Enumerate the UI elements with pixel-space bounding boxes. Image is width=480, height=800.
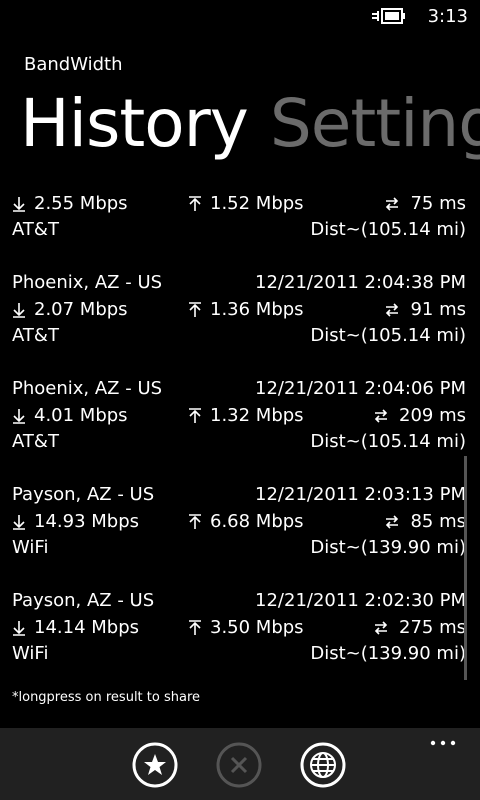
result-download: 14.93 Mbps xyxy=(12,511,139,532)
battery-charging-icon xyxy=(372,8,405,24)
ping-value: 91 ms xyxy=(410,299,466,320)
download-speed: 2.55 Mbps xyxy=(34,193,128,214)
result-timestamp: 12/21/2011 2:02:30 PM xyxy=(255,590,466,611)
result-location: Payson, AZ - US xyxy=(12,484,155,505)
result-carrier: AT&T xyxy=(12,219,59,240)
more-dots-icon[interactable] xyxy=(430,740,456,746)
upload-arrow-icon xyxy=(189,301,201,317)
download-arrow-icon xyxy=(13,196,25,212)
app-title: BandWidth xyxy=(24,54,123,75)
result-timestamp: 12/21/2011 2:04:38 PM xyxy=(255,272,466,293)
result-ping: 275 ms xyxy=(373,617,466,638)
ping-value: 209 ms xyxy=(399,405,466,426)
download-speed: 4.01 Mbps xyxy=(34,405,128,426)
pivot-tab-settings[interactable]: Setting xyxy=(270,85,480,162)
ping-arrows-icon xyxy=(374,408,388,423)
upload-speed: 1.32 Mbps xyxy=(210,405,304,426)
ping-value: 75 ms xyxy=(410,193,466,214)
result-download: 2.55 Mbps xyxy=(12,193,128,214)
result-carrier: WiFi xyxy=(12,643,49,664)
result-location: Phoenix, AZ - US xyxy=(12,272,163,293)
result-ping: 209 ms xyxy=(373,405,466,426)
result-download: 2.07 Mbps xyxy=(12,299,128,320)
download-arrow-icon xyxy=(13,408,25,424)
globe-icon[interactable] xyxy=(300,742,346,788)
close-icon[interactable] xyxy=(216,742,262,788)
download-arrow-icon xyxy=(13,302,25,318)
upload-arrow-icon xyxy=(189,513,201,529)
result-distance: Dist~(105.14 mi) xyxy=(310,431,466,452)
upload-arrow-icon xyxy=(189,195,201,211)
result-distance: Dist~(105.14 mi) xyxy=(310,219,466,240)
download-speed: 14.14 Mbps xyxy=(34,617,140,638)
result-item[interactable]: 2.55 Mbps 1.52 Mbps 75 ms AT&T Dist~(105.14 … xyxy=(0,180,480,264)
status-bar: 3:13 xyxy=(0,0,480,34)
result-distance: Dist~(139.90 mi) xyxy=(310,643,466,664)
result-ping: 91 ms xyxy=(384,299,466,320)
upload-speed: 1.36 Mbps xyxy=(210,299,304,320)
result-timestamp: 12/21/2011 2:03:13 PM xyxy=(255,484,466,505)
result-location: Phoenix, AZ - US xyxy=(12,378,163,399)
ping-arrows-icon xyxy=(386,514,399,529)
result-ping: 75 ms xyxy=(384,193,466,214)
result-item[interactable]: Payson, AZ - US 12/21/2011 2:02:30 PM 14.1… xyxy=(0,582,480,680)
result-item[interactable]: Phoenix, AZ - US 12/21/2011 2:04:06 PM 4.0… xyxy=(0,370,480,476)
upload-speed: 3.50 Mbps xyxy=(210,617,304,638)
result-download: 4.01 Mbps xyxy=(12,405,128,426)
upload-arrow-icon xyxy=(189,619,201,635)
download-speed: 2.07 Mbps xyxy=(34,299,128,320)
pivot-tab-history[interactable]: History xyxy=(20,85,249,162)
download-arrow-icon xyxy=(13,620,25,636)
app-bar xyxy=(0,728,480,800)
download-arrow-icon xyxy=(13,514,25,530)
result-distance: Dist~(105.14 mi) xyxy=(310,325,466,346)
result-download: 14.14 Mbps xyxy=(12,617,139,638)
ping-arrows-icon xyxy=(386,302,399,317)
result-carrier: AT&T xyxy=(12,431,59,452)
result-upload: 1.36 Mbps xyxy=(188,299,304,320)
download-speed: 14.93 Mbps xyxy=(34,511,140,532)
result-carrier: WiFi xyxy=(12,537,49,558)
footnote: *longpress on result to share xyxy=(12,690,200,705)
pivot-header: History Setting xyxy=(20,84,480,164)
ping-value: 85 ms xyxy=(410,511,466,532)
upload-speed: 6.68 Mbps xyxy=(210,511,304,532)
result-upload: 6.68 Mbps xyxy=(188,511,304,532)
result-timestamp: 12/21/2011 2:04:06 PM xyxy=(255,378,466,399)
result-upload: 1.52 Mbps xyxy=(188,193,304,214)
result-upload: 1.32 Mbps xyxy=(188,405,304,426)
result-item[interactable]: Phoenix, AZ - US 12/21/2011 2:04:38 PM 2.0… xyxy=(0,264,480,370)
result-upload: 3.50 Mbps xyxy=(188,617,304,638)
status-clock: 3:13 xyxy=(427,6,468,27)
star-icon[interactable] xyxy=(132,742,178,788)
ping-value: 275 ms xyxy=(399,617,466,638)
result-carrier: AT&T xyxy=(12,325,59,346)
upload-arrow-icon xyxy=(189,407,201,423)
result-distance: Dist~(139.90 mi) xyxy=(310,537,466,558)
ping-arrows-icon xyxy=(386,196,399,211)
result-ping: 85 ms xyxy=(384,511,466,532)
history-list[interactable]: 2.55 Mbps 1.52 Mbps 75 ms AT&T Dist~(105.14 … xyxy=(0,180,480,680)
upload-speed: 1.52 Mbps xyxy=(210,193,304,214)
result-location: Payson, AZ - US xyxy=(12,590,155,611)
result-item[interactable]: Payson, AZ - US 12/21/2011 2:03:13 PM 14.9… xyxy=(0,476,480,582)
scrollbar xyxy=(464,456,467,680)
ping-arrows-icon xyxy=(374,620,388,635)
